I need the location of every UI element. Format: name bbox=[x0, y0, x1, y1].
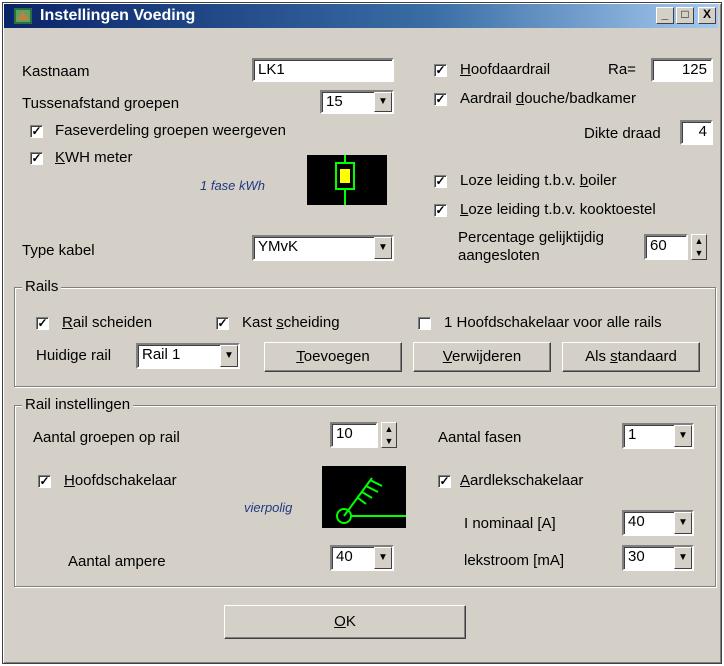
kwh-meter-label: KWH meter bbox=[55, 149, 133, 166]
huidige-rail-value: Rail 1 bbox=[142, 346, 181, 363]
faseverdeling-label: Faseverdeling groepen weergeven bbox=[55, 122, 286, 139]
aardrail-checkbox[interactable]: ✓ bbox=[434, 93, 447, 106]
tussenafstand-label: Tussenafstand groepen bbox=[22, 95, 180, 112]
tussenafstand-select[interactable]: 15 ▼ bbox=[320, 90, 394, 114]
ampere-label: Aantal ampere bbox=[68, 553, 166, 570]
minimize-button[interactable]: _ bbox=[656, 7, 674, 24]
verwijderen-button[interactable]: Verwijderen bbox=[413, 342, 551, 372]
hoofdschakelaar-note: vierpolig bbox=[244, 500, 293, 515]
ok-button[interactable]: OK bbox=[224, 605, 466, 639]
kooktoestel-checkbox[interactable]: ✓ bbox=[434, 204, 447, 217]
kwh-meter-checkbox[interactable]: ✓ bbox=[30, 152, 43, 165]
maximize-button[interactable]: □ bbox=[676, 7, 694, 24]
title-bar[interactable]: Instellingen Voeding _ □ X bbox=[4, 4, 718, 28]
inominaal-label: I nominaal [A] bbox=[464, 515, 556, 532]
kastnaam-label: Kastnaam bbox=[22, 63, 90, 80]
hoofdschakelaar-alle-label: 1 Hoofdschakelaar voor alle rails bbox=[444, 314, 662, 331]
kast-scheiding-checkbox[interactable]: ✓ bbox=[216, 317, 229, 330]
hoofdschakelaar-symbol bbox=[322, 466, 406, 528]
spin-down-icon[interactable]: ▼ bbox=[382, 435, 396, 447]
ampere-select[interactable]: 40 ▼ bbox=[330, 545, 394, 571]
type-kabel-value: YMvK bbox=[258, 238, 299, 255]
rails-group bbox=[14, 287, 716, 387]
lekstroom-select[interactable]: 30 ▼ bbox=[622, 545, 694, 571]
boiler-checkbox[interactable]: ✓ bbox=[434, 175, 447, 188]
rails-group-title: Rails bbox=[22, 278, 62, 296]
type-kabel-select[interactable]: YMvK ▼ bbox=[252, 235, 394, 261]
app-icon bbox=[14, 8, 32, 24]
chevron-down-icon[interactable]: ▼ bbox=[674, 425, 692, 447]
percentage-label-2: aangesloten bbox=[458, 247, 540, 264]
fasen-value: 1 bbox=[628, 426, 637, 443]
type-kabel-label: Type kabel bbox=[22, 242, 95, 259]
spin-up-icon[interactable]: ▲ bbox=[382, 423, 396, 435]
fasen-select[interactable]: 1 ▼ bbox=[622, 423, 694, 449]
boiler-label: Loze leiding t.b.v. boiler bbox=[460, 172, 617, 189]
aardlekschakelaar-label: Aardlekschakelaar bbox=[460, 472, 584, 489]
ra-label: Ra= bbox=[608, 61, 636, 78]
kwh-meter-symbol bbox=[307, 155, 387, 205]
huidige-rail-select[interactable]: Rail 1 ▼ bbox=[136, 343, 240, 369]
rail-instellingen-title: Rail instellingen bbox=[22, 396, 134, 414]
percentage-value: 60 bbox=[650, 237, 667, 254]
tussenafstand-value: 15 bbox=[326, 93, 343, 110]
huidige-rail-label: Huidige rail bbox=[36, 347, 112, 364]
als-standaard-button[interactable]: Als standaard bbox=[562, 342, 700, 372]
kwh-meter-icon bbox=[335, 155, 355, 205]
toevoegen-button[interactable]: Toevoegen bbox=[264, 342, 402, 372]
inominaal-select[interactable]: 40 ▼ bbox=[622, 510, 694, 536]
spin-up-icon[interactable]: ▲ bbox=[692, 235, 706, 247]
chevron-down-icon[interactable]: ▼ bbox=[374, 237, 392, 259]
dikte-draad-value: 4 bbox=[698, 123, 707, 140]
hoofdschakelaar-label: Hoofdschakelaar bbox=[64, 472, 177, 489]
percentage-label-1: Percentage gelijktijdig bbox=[458, 229, 604, 246]
ra-input[interactable]: 125 bbox=[651, 58, 713, 82]
aardlekschakelaar-checkbox[interactable]: ✓ bbox=[438, 475, 451, 488]
ampere-value: 40 bbox=[336, 548, 353, 565]
chevron-down-icon[interactable]: ▼ bbox=[674, 547, 692, 569]
hoofdschakelaar-alle-checkbox[interactable] bbox=[418, 317, 431, 330]
ra-value: 125 bbox=[681, 61, 707, 78]
hoofdaardrail-checkbox[interactable]: ✓ bbox=[434, 64, 447, 77]
dikte-draad-input[interactable]: 4 bbox=[680, 120, 713, 145]
kast-scheiding-label: Kast scheiding bbox=[242, 314, 340, 331]
chevron-down-icon[interactable]: ▼ bbox=[674, 512, 692, 534]
groepen-spinner[interactable]: ▲ ▼ bbox=[381, 422, 397, 448]
switch-icon bbox=[336, 477, 406, 524]
rail-scheiden-label: Rail scheiden bbox=[62, 314, 153, 331]
spin-down-icon[interactable]: ▼ bbox=[692, 247, 706, 259]
chevron-down-icon[interactable]: ▼ bbox=[220, 345, 238, 367]
groepen-label: Aantal groepen op rail bbox=[33, 429, 180, 446]
fasen-label: Aantal fasen bbox=[438, 429, 522, 446]
rail-scheiden-checkbox[interactable]: ✓ bbox=[36, 317, 49, 330]
lekstroom-value: 30 bbox=[628, 548, 645, 565]
percentage-spinner[interactable]: ▲ ▼ bbox=[691, 234, 707, 260]
groepen-input[interactable]: 10 bbox=[330, 422, 378, 448]
kastnaam-input[interactable]: LK1 bbox=[252, 58, 394, 82]
hoofdschakelaar-checkbox[interactable]: ✓ bbox=[38, 475, 51, 488]
lekstroom-label: lekstroom [mA] bbox=[464, 552, 565, 569]
chevron-down-icon[interactable]: ▼ bbox=[374, 92, 392, 112]
chevron-down-icon[interactable]: ▼ bbox=[374, 547, 392, 569]
inominaal-value: 40 bbox=[628, 513, 645, 530]
kwh-meter-note: 1 fase kWh bbox=[200, 178, 266, 193]
faseverdeling-checkbox[interactable]: ✓ bbox=[30, 125, 43, 138]
dikte-draad-label: Dikte draad bbox=[584, 125, 661, 142]
percentage-input[interactable]: 60 bbox=[644, 234, 688, 260]
kooktoestel-label: Loze leiding t.b.v. kooktoestel bbox=[460, 201, 656, 218]
window-title: Instellingen Voeding bbox=[40, 7, 196, 24]
aardrail-label: Aardrail douche/badkamer bbox=[460, 90, 636, 107]
hoofdaardrail-label: Hoofdaardrail bbox=[460, 61, 551, 78]
kastnaam-value: LK1 bbox=[258, 61, 285, 78]
groepen-value: 10 bbox=[336, 425, 353, 442]
close-button[interactable]: X bbox=[698, 7, 716, 24]
